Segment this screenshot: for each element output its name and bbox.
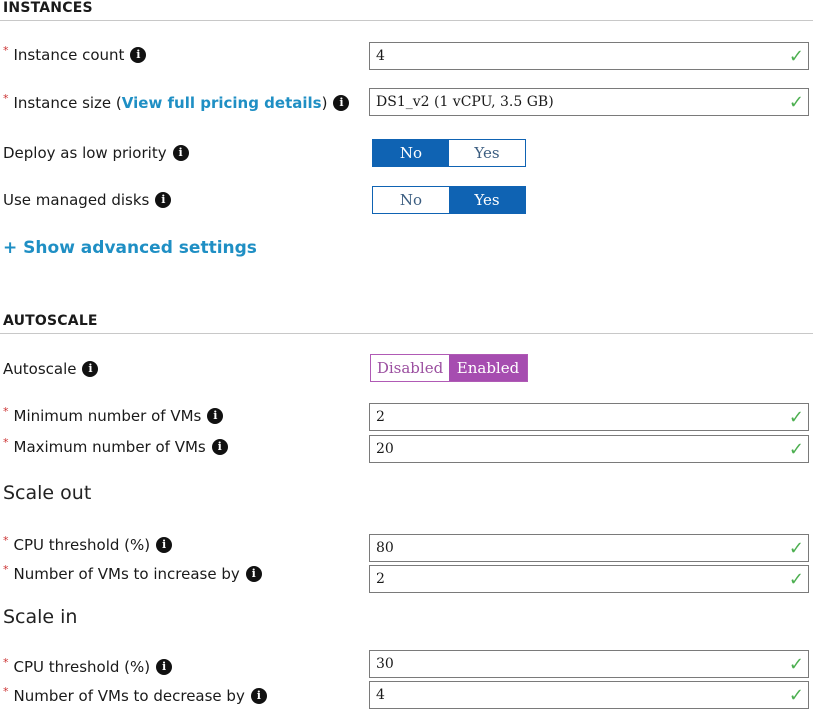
scale-out-cpu-field[interactable]: 80 ✓	[369, 534, 809, 562]
checkmark-icon: ✓	[788, 654, 804, 674]
autoscale-text: Autoscale	[3, 360, 77, 378]
info-icon[interactable]: i	[156, 537, 173, 553]
low-priority-yes-option[interactable]: Yes	[449, 140, 525, 166]
autoscale-toggle[interactable]: Disabled Enabled	[370, 354, 528, 382]
checkmark-icon: ✓	[788, 407, 804, 427]
info-icon[interactable]: i	[245, 566, 262, 582]
min-vms-text: Minimum number of VMs	[13, 407, 202, 425]
increase-by-label: * Number of VMs to increase by i	[3, 563, 262, 584]
scale-in-heading: Scale in	[3, 606, 78, 628]
info-icon[interactable]: i	[250, 688, 267, 704]
min-vms-value: 2	[376, 409, 385, 425]
required-asterisk: *	[3, 534, 9, 547]
checkmark-icon: ✓	[788, 92, 804, 112]
min-vms-label: * Minimum number of VMs i	[3, 405, 224, 426]
managed-disks-toggle[interactable]: No Yes	[372, 186, 526, 214]
instances-heading: INSTANCES	[3, 0, 93, 16]
required-asterisk: *	[3, 685, 9, 698]
required-asterisk: *	[3, 436, 9, 449]
required-asterisk: *	[3, 92, 9, 105]
instance-size-prefix: Instance size (	[13, 94, 122, 112]
max-vms-label: * Maximum number of VMs i	[3, 436, 228, 457]
scale-in-cpu-text: CPU threshold (%)	[13, 658, 151, 676]
managed-disks-yes-option[interactable]: Yes	[449, 187, 525, 213]
low-priority-toggle[interactable]: No Yes	[372, 139, 526, 167]
info-icon[interactable]: i	[172, 145, 189, 161]
autoscale-disabled-option[interactable]: Disabled	[371, 355, 449, 381]
info-icon[interactable]: i	[130, 47, 147, 63]
managed-disks-label: Use managed disks i	[3, 190, 172, 210]
increase-by-field[interactable]: 2 ✓	[369, 565, 809, 593]
scale-out-cpu-label: * CPU threshold (%) i	[3, 534, 173, 555]
required-asterisk: *	[3, 563, 9, 576]
managed-disks-no-option[interactable]: No	[373, 187, 449, 213]
scale-out-cpu-text: CPU threshold (%)	[13, 536, 151, 554]
info-icon[interactable]: i	[156, 659, 173, 675]
instance-size-label: * Instance size ( View full pricing deta…	[3, 92, 350, 113]
decrease-by-value: 4	[376, 687, 385, 703]
required-asterisk: *	[3, 44, 9, 57]
autoscale-divider	[0, 333, 813, 334]
increase-by-value: 2	[376, 571, 385, 587]
instances-divider	[0, 20, 813, 21]
checkmark-icon: ✓	[788, 46, 804, 66]
instance-count-value: 4	[376, 48, 385, 64]
info-icon[interactable]: i	[333, 95, 350, 111]
pricing-details-link[interactable]: View full pricing details	[122, 93, 322, 113]
info-icon[interactable]: i	[207, 408, 224, 424]
autoscale-heading: AUTOSCALE	[3, 313, 98, 329]
checkmark-icon: ✓	[788, 538, 804, 558]
scale-in-cpu-field[interactable]: 30 ✓	[369, 650, 809, 678]
autoscale-label: Autoscale i	[3, 359, 99, 379]
instance-size-suffix: )	[321, 94, 328, 112]
min-vms-field[interactable]: 2 ✓	[369, 403, 809, 431]
scale-in-cpu-label: * CPU threshold (%) i	[3, 656, 173, 677]
low-priority-no-option[interactable]: No	[373, 140, 449, 166]
info-icon[interactable]: i	[82, 361, 99, 377]
scale-out-cpu-value: 80	[376, 540, 394, 556]
autoscale-enabled-option[interactable]: Enabled	[449, 355, 527, 381]
info-icon[interactable]: i	[211, 439, 228, 455]
max-vms-field[interactable]: 20 ✓	[369, 435, 809, 463]
required-asterisk: *	[3, 656, 9, 669]
instance-size-field[interactable]: DS1_v2 (1 vCPU, 3.5 GB) ✓	[369, 88, 809, 116]
checkmark-icon: ✓	[788, 569, 804, 589]
decrease-by-label: * Number of VMs to decrease by i	[3, 685, 267, 706]
max-vms-value: 20	[376, 441, 394, 457]
max-vms-text: Maximum number of VMs	[13, 438, 206, 456]
low-priority-text: Deploy as low priority	[3, 144, 167, 162]
required-asterisk: *	[3, 405, 9, 418]
managed-disks-text: Use managed disks	[3, 191, 150, 209]
scale-in-cpu-value: 30	[376, 656, 394, 672]
info-icon[interactable]: i	[155, 192, 172, 208]
instance-size-value: DS1_v2 (1 vCPU, 3.5 GB)	[376, 94, 554, 110]
instance-count-text: Instance count	[13, 46, 125, 64]
instance-count-label: * Instance count i	[3, 44, 147, 65]
show-advanced-settings-link[interactable]: + Show advanced settings	[3, 238, 257, 258]
increase-by-text: Number of VMs to increase by	[13, 565, 240, 583]
checkmark-icon: ✓	[788, 685, 804, 705]
decrease-by-field[interactable]: 4 ✓	[369, 681, 809, 709]
checkmark-icon: ✓	[788, 439, 804, 459]
decrease-by-text: Number of VMs to decrease by	[13, 687, 245, 705]
scale-out-heading: Scale out	[3, 482, 92, 504]
instance-count-field[interactable]: 4 ✓	[369, 42, 809, 70]
low-priority-label: Deploy as low priority i	[3, 143, 189, 163]
